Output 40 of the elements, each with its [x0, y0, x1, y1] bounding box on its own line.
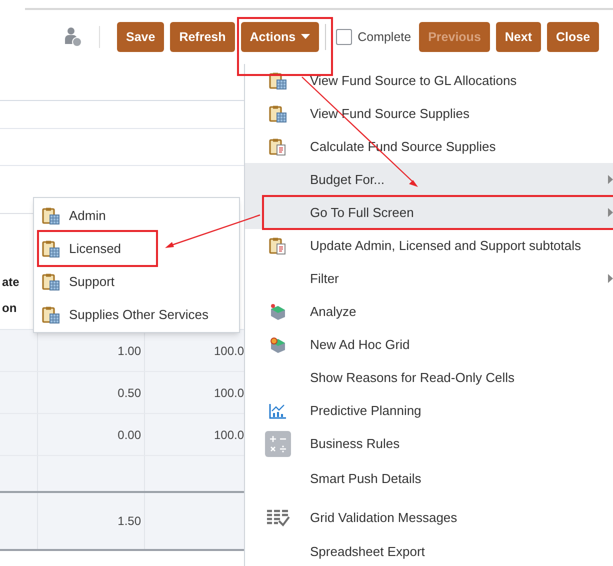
- toolbar-button[interactable]: Refresh: [170, 22, 235, 52]
- checkbox-label[interactable]: Complete: [358, 28, 412, 46]
- submenu-arrow-icon: [608, 208, 613, 217]
- clipboard-grid-icon: [42, 240, 60, 258]
- submenu-arrow-icon: [608, 175, 613, 184]
- table-cell-text: 1.50: [118, 513, 141, 530]
- complete-checkbox[interactable]: [336, 29, 352, 45]
- table-cell-text: 100.0: [214, 342, 244, 360]
- column-header-text: on: [2, 300, 17, 317]
- menu-item[interactable]: Go To Full Screen: [245, 196, 613, 229]
- clipboard-grid-icon: [42, 206, 60, 224]
- column-header-text: ate: [2, 274, 20, 291]
- menu-item[interactable]: Supplies Other Services: [34, 298, 239, 331]
- menu-item[interactable]: Licensed: [34, 232, 239, 265]
- cube-icon: [268, 302, 286, 320]
- grid-check-icon: [266, 509, 290, 527]
- chart-icon: [268, 402, 286, 418]
- clipboard-grid-icon: [268, 104, 286, 122]
- toolbar-button[interactable]: Save: [117, 22, 164, 52]
- table-cell-text: 100.0: [214, 426, 244, 444]
- cube-icon: [268, 336, 286, 354]
- menu-item[interactable]: Support: [34, 265, 239, 298]
- table-cell-text: 0.00: [118, 426, 141, 444]
- caret-icon: [300, 34, 310, 40]
- toolbar-button[interactable]: Close: [547, 22, 600, 52]
- clipboard-grid-icon: [42, 306, 60, 324]
- actions-menu-button[interactable]: Actions: [240, 22, 319, 52]
- clipboard-document-icon: [268, 138, 286, 156]
- clipboard-document-icon: [268, 236, 286, 254]
- menu-item[interactable]: Admin: [34, 199, 239, 232]
- submenu-arrow-icon: [608, 274, 613, 283]
- calculator-icon: [264, 430, 290, 456]
- clipboard-grid-icon: [42, 272, 60, 290]
- table-cell-text: 100.0: [214, 384, 244, 402]
- menu-item[interactable]: Budget For...: [245, 163, 613, 196]
- toolbar-button[interactable]: Next: [496, 22, 541, 52]
- table-cell-text: 1.00: [118, 342, 141, 360]
- clipboard-grid-icon: [268, 72, 286, 90]
- user-help-icon[interactable]: [64, 27, 82, 47]
- table-cell-text: 0.50: [118, 384, 141, 402]
